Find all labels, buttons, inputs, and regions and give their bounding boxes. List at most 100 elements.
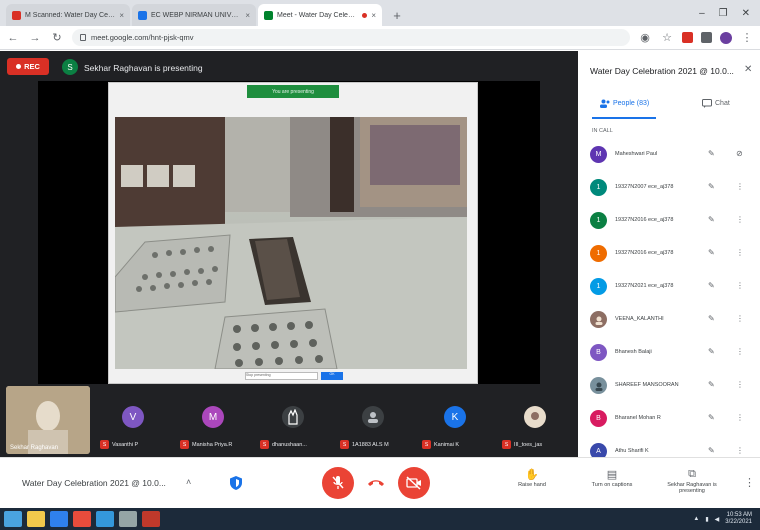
participant-name: Kanimai K: [434, 441, 460, 448]
network-icon[interactable]: ▮: [705, 516, 708, 523]
presenting-status: Sekhar Raghavan is presenting: [84, 63, 203, 73]
host-controls-shield-icon[interactable]: [230, 476, 242, 490]
group-icon: [368, 412, 378, 423]
hang-up-icon: [368, 480, 384, 486]
meeting-controls-bar: Water Day Celebration 2021 @ 10.0... ˄ ✋…: [0, 457, 760, 508]
participant-row[interactable]: A Athu Sharifi K ✎ ⋮: [578, 436, 760, 457]
participant-row[interactable]: B Bhanesh Balaji ✎ ⋮: [578, 337, 760, 370]
participant-name: 19327N2021 ece_aj378: [615, 283, 674, 289]
profile-photo-icon: [595, 382, 602, 391]
profile-avatar[interactable]: [720, 31, 732, 44]
volume-icon[interactable]: ◀: [715, 516, 720, 523]
tab-people-label: People (83): [613, 100, 650, 107]
participant-row[interactable]: 1 19327N2016 ece_aj378 ✎ ⋮: [578, 205, 760, 238]
microphone-off-button[interactable]: [322, 467, 354, 499]
more-options-icon[interactable]: ⋮: [736, 281, 744, 290]
camera-off-button[interactable]: [398, 467, 430, 499]
browser-tab-gmail[interactable]: M Scanned: Water Day Celebrati ×: [6, 4, 130, 26]
close-panel-button[interactable]: ✕: [744, 64, 752, 75]
participant-row[interactable]: VEENA_KALANTHI ✎ ⋮: [578, 304, 760, 337]
participant-tile[interactable]: K S Kanimai K: [418, 386, 492, 454]
new-tab-button[interactable]: +: [388, 6, 406, 24]
tab-chat[interactable]: Chat: [702, 99, 730, 108]
recording-label: REC: [24, 62, 40, 71]
taskbar-clock[interactable]: 10:53 AM 3/22/2021: [725, 512, 752, 526]
browser-menu-icon[interactable]: ⋮: [740, 31, 754, 44]
more-options-icon[interactable]: ⋮: [736, 215, 744, 224]
more-options-icon[interactable]: ⊘: [736, 149, 743, 158]
maximize-button[interactable]: ❐: [719, 8, 728, 19]
participant-avatar: [362, 406, 384, 428]
captions-button[interactable]: ▤ Turn on captions: [582, 468, 642, 488]
participant-tile[interactable]: M S Manisha Priya.R: [176, 386, 250, 454]
close-tab-icon[interactable]: ×: [371, 11, 376, 20]
more-options-icon[interactable]: ⋮: [736, 182, 744, 191]
participant-row[interactable]: 1 19327N2021 ece_aj378 ✎ ⋮: [578, 271, 760, 304]
close-tab-icon[interactable]: ×: [119, 11, 124, 20]
participant-row[interactable]: SHAREEF MANSOORAN ✎ ⋮: [578, 370, 760, 403]
participant-row[interactable]: 1 19327N2007 ece_aj378 ✎ ⋮: [578, 172, 760, 205]
participant-avatar: 1: [590, 245, 607, 262]
self-video-tile[interactable]: Sekhar Raghavan: [6, 386, 90, 454]
extension-icon[interactable]: [701, 32, 712, 43]
more-options-icon[interactable]: ⋮: [736, 413, 744, 422]
muted-mic-icon: S: [180, 440, 189, 449]
back-icon[interactable]: ←: [6, 32, 20, 44]
active-tab-indicator: [592, 117, 656, 119]
in-call-section-label: IN CALL: [592, 128, 613, 134]
raise-hand-button[interactable]: ✋ Raise hand: [502, 468, 562, 488]
file-explorer-icon[interactable]: [27, 511, 45, 527]
slide-banner: You are presenting: [247, 85, 339, 98]
participant-avatar: [524, 406, 546, 428]
more-options-icon[interactable]: ⋮: [736, 248, 744, 257]
participant-name: Maheshwari Paul: [615, 151, 658, 157]
recording-dot-icon: [16, 64, 22, 69]
participant-tile[interactable]: V S Vasanthi P: [96, 386, 170, 454]
participant-row[interactable]: M Maheshwari Paul ✎ ⊘: [578, 139, 760, 172]
muted-mic-icon: ✎: [708, 281, 715, 290]
participant-tile[interactable]: S III_toes_jas: [498, 386, 572, 454]
browser-tab-meet[interactable]: Meet - Water Day Celebrati ×: [258, 4, 382, 26]
chrome-icon[interactable]: [73, 511, 91, 527]
recording-badge: REC: [7, 58, 49, 75]
participant-tile[interactable]: Sdhanushaan...: [256, 386, 330, 454]
tab-chat-label: Chat: [715, 100, 730, 107]
more-options-icon[interactable]: ⋮: [736, 446, 744, 455]
extension-icon[interactable]: [682, 32, 693, 43]
forward-icon[interactable]: →: [28, 32, 42, 44]
app-icon[interactable]: [119, 511, 137, 527]
clock-date: 3/22/2021: [725, 519, 752, 525]
tray-arrow-icon[interactable]: ▲: [693, 516, 699, 522]
pdf-reader-icon[interactable]: [142, 511, 160, 527]
tab-title: Meet - Water Day Celebrati: [277, 11, 359, 19]
camera-indicator-icon[interactable]: ◉: [638, 31, 652, 44]
presenting-button[interactable]: ⧉ Sekhar Raghavan is presenting: [662, 468, 722, 494]
windows-start-icon[interactable]: [4, 511, 22, 527]
close-window-button[interactable]: ✕: [742, 8, 750, 19]
meeting-details-chevron-icon[interactable]: ˄: [186, 477, 191, 487]
browser-tab-university[interactable]: EC WEBP NIRMAN UNIVERS ×: [132, 4, 256, 26]
tab-people[interactable]: People (83): [600, 99, 649, 108]
close-tab-icon[interactable]: ×: [245, 11, 250, 20]
participant-row[interactable]: 1 19327N2016 ece_aj378 ✎ ⋮: [578, 238, 760, 271]
captions-label: Turn on captions: [591, 482, 633, 488]
muted-mic-icon: ✎: [708, 248, 715, 257]
participant-avatar: B: [590, 344, 607, 361]
leave-call-button[interactable]: [360, 467, 392, 499]
more-options-icon[interactable]: ⋮: [736, 347, 744, 356]
participant-name: 19327N2016 ece_aj378: [615, 217, 674, 223]
address-bar[interactable]: meet.google.com/hnt-pjsk-qmv: [72, 29, 630, 46]
gmail-icon: [12, 10, 21, 20]
media-player-icon[interactable]: [50, 511, 68, 527]
participant-avatar: [282, 406, 304, 428]
participant-row[interactable]: B Bharanel Mohan R ✎ ⋮: [578, 403, 760, 436]
bookmark-star-icon[interactable]: ☆: [660, 31, 674, 44]
reload-icon[interactable]: ↻: [50, 31, 64, 44]
more-options-icon[interactable]: ⋮: [736, 314, 744, 323]
more-options-icon[interactable]: ⋮: [736, 380, 744, 389]
app-icon[interactable]: [96, 511, 114, 527]
more-options-icon[interactable]: ⋮: [744, 476, 755, 489]
participant-tile[interactable]: S 1A1883 ALS M: [336, 386, 410, 454]
minimize-button[interactable]: –: [699, 8, 705, 19]
clock-time: 10:53 AM: [726, 512, 752, 518]
